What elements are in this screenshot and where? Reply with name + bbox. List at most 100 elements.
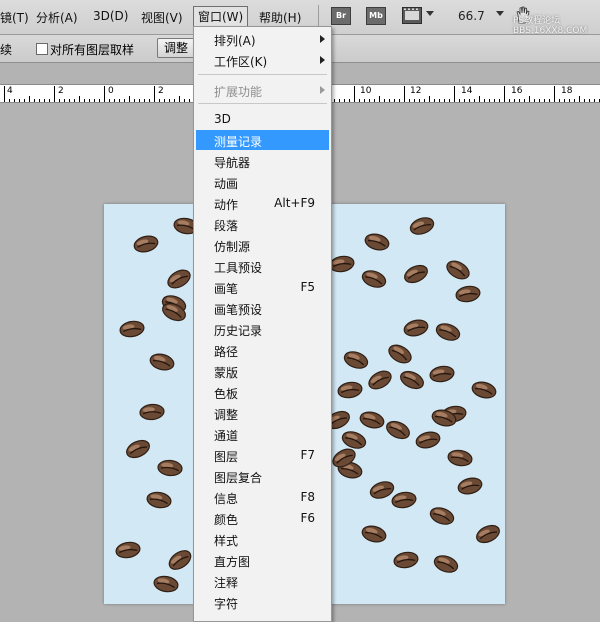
menu-item-character[interactable]: 字符 — [194, 592, 331, 612]
menu-item-label: 排列(A) — [214, 34, 256, 48]
submenu-arrow-icon — [320, 86, 325, 94]
ruler-label: 12 — [410, 86, 422, 96]
coffee-bean — [119, 320, 145, 338]
coffee-bean — [446, 260, 470, 280]
coffee-bean — [403, 319, 429, 337]
coffee-bean — [364, 233, 390, 251]
sample-all-layers-checkbox[interactable] — [36, 43, 48, 55]
menu-item-actions[interactable]: 动作 Alt+F9 — [194, 193, 331, 213]
menu-item-label: 调整 — [214, 408, 239, 422]
menu-item-brush-presets[interactable]: 画笔预设 — [194, 298, 331, 318]
menu-item-shortcut: Alt+F9 — [274, 196, 315, 210]
menu-item-label: 颜色 — [214, 513, 239, 527]
ruler-label: 16 — [511, 86, 523, 96]
coffee-bean — [471, 381, 497, 399]
coffee-bean — [447, 449, 473, 467]
menu-item-label: 动画 — [214, 177, 239, 191]
menu-item-tool-presets[interactable]: 工具预设 — [194, 256, 331, 276]
menu-item-label: 段落 — [214, 219, 239, 233]
adjust-button[interactable]: 调整 — [157, 38, 196, 58]
mini-bridge-button[interactable]: Mb — [366, 7, 386, 25]
sample-all-layers-label: 对所有图层取样 — [50, 43, 135, 57]
menu-item-workspace[interactable]: 工作区(K) — [194, 50, 331, 70]
coffee-bean — [361, 525, 387, 543]
menu-help[interactable]: 帮助(H) — [259, 9, 301, 26]
view-extras-dropdown-icon[interactable] — [426, 11, 434, 16]
coffee-bean — [361, 270, 387, 288]
menu-item-measurement-log[interactable]: 测量记录 — [196, 130, 329, 150]
coffee-bean — [126, 439, 150, 459]
ruler-label: 2 — [58, 86, 64, 96]
submenu-arrow-icon — [320, 35, 325, 43]
menu-item-clone-source[interactable]: 仿制源 — [194, 235, 331, 255]
ruler-label: 2 — [158, 86, 164, 96]
zoom-dropdown-icon[interactable] — [496, 11, 504, 16]
menu-item-label: 动作 — [214, 198, 239, 212]
ruler-label: 14 — [461, 86, 473, 96]
coffee-bean — [433, 555, 459, 573]
menu-item-history[interactable]: 历史记录 — [194, 319, 331, 339]
menu-item-styles[interactable]: 样式 — [194, 529, 331, 549]
coffee-bean — [400, 370, 424, 390]
bridge-button[interactable]: Br — [331, 7, 351, 25]
menu-item-label: 样式 — [214, 534, 239, 548]
coffee-bean — [435, 323, 461, 341]
coffee-bean — [369, 481, 395, 499]
menu-item-info[interactable]: 信息 F8 — [194, 487, 331, 507]
coffee-bean — [368, 370, 392, 390]
coffee-bean — [415, 431, 441, 449]
submenu-arrow-icon — [320, 56, 325, 64]
coffee-bean — [341, 431, 367, 449]
menu-item-3d[interactable]: 3D — [194, 109, 331, 129]
menu-item-adjustments[interactable]: 调整 — [194, 403, 331, 423]
menu-item-label: 色板 — [214, 387, 239, 401]
menu-item-color[interactable]: 颜色 F6 — [194, 508, 331, 528]
menu-item-layers[interactable]: 图层 F7 — [194, 445, 331, 465]
menu-item-label: 画笔 — [214, 282, 239, 296]
menu-item-notes[interactable]: 注释 — [194, 571, 331, 591]
coffee-bean — [388, 344, 412, 364]
menu-item-animation[interactable]: 动画 — [194, 172, 331, 192]
menu-item-label: 测量记录 — [214, 135, 263, 149]
menu-3d[interactable]: 3D(D) — [93, 9, 128, 23]
menu-filter[interactable]: 镜(T) — [0, 9, 29, 26]
ruler-label: 4 — [7, 86, 13, 96]
ruler-label: 0 — [108, 86, 114, 96]
options-label-fragment: 续 — [0, 43, 13, 57]
view-extras-icon[interactable] — [402, 7, 422, 24]
menu-item-label: 历史记录 — [214, 324, 263, 338]
coffee-bean — [343, 351, 369, 369]
coffee-bean — [455, 285, 481, 303]
menu-item-label: 工具预设 — [214, 261, 263, 275]
coffee-bean — [429, 507, 455, 525]
menu-item-label: 仿制源 — [214, 240, 251, 254]
coffee-bean — [457, 477, 483, 495]
coffee-bean — [329, 255, 355, 273]
menu-item-label: 直方图 — [214, 555, 251, 569]
coffee-bean — [139, 403, 165, 421]
coffee-bean — [393, 551, 419, 569]
menu-item-brush[interactable]: 画笔 F5 — [194, 277, 331, 297]
zoom-level[interactable]: 66.7 — [458, 9, 485, 23]
menu-item-swatches[interactable]: 色板 — [194, 382, 331, 402]
menu-item-arrange[interactable]: 排列(A) — [194, 29, 331, 49]
menu-analysis[interactable]: 分析(A) — [36, 9, 78, 26]
menu-view[interactable]: 视图(V) — [141, 9, 183, 26]
coffee-bean — [359, 411, 385, 429]
menu-separator — [198, 74, 327, 75]
coffee-bean — [337, 381, 363, 399]
menu-item-label: 通道 — [214, 429, 239, 443]
menubar-divider — [318, 5, 319, 27]
menu-item-layer-comps[interactable]: 图层复合 — [194, 466, 331, 486]
menu-item-paths[interactable]: 路径 — [194, 340, 331, 360]
watermark: PS教程论坛 BBS.16XX8.COM — [513, 16, 588, 36]
menu-item-paragraph[interactable]: 段落 — [194, 214, 331, 234]
menu-item-histogram[interactable]: 直方图 — [194, 550, 331, 570]
menu-window[interactable]: 窗口(W) — [193, 6, 249, 27]
menu-item-label: 字符 — [214, 597, 239, 611]
menu-item-navigator[interactable]: 导航器 — [194, 151, 331, 171]
menu-item-masks[interactable]: 蒙版 — [194, 361, 331, 381]
coffee-bean — [115, 541, 141, 559]
coffee-bean — [168, 550, 192, 570]
menu-item-channels[interactable]: 通道 — [194, 424, 331, 444]
